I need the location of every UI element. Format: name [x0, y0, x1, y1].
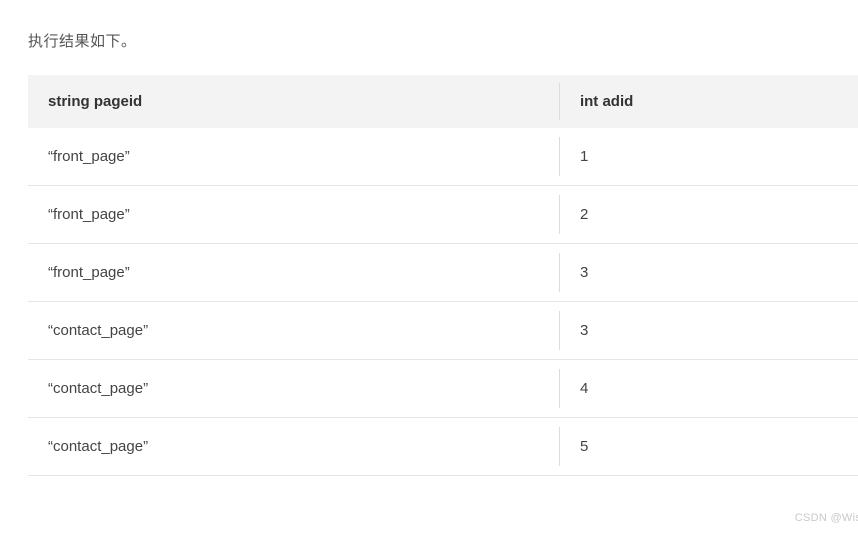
cell-adid: 5	[560, 418, 858, 476]
result-table: string pageid int adid “front_page” 1 “f…	[28, 75, 858, 476]
table-row: “front_page” 3	[28, 244, 858, 302]
cell-adid: 3	[560, 302, 858, 360]
table-row: “contact_page” 5	[28, 418, 858, 476]
cell-pageid: “front_page”	[28, 186, 560, 244]
table-header-row: string pageid int adid	[28, 75, 858, 128]
cell-pageid: “contact_page”	[28, 418, 560, 476]
table-row: “contact_page” 3	[28, 302, 858, 360]
cell-adid: 2	[560, 186, 858, 244]
cell-adid: 1	[560, 128, 858, 186]
cell-adid: 3	[560, 244, 858, 302]
cell-pageid: “contact_page”	[28, 302, 560, 360]
watermark-text: CSDN @Wis57	[795, 512, 858, 524]
table-row: “contact_page” 4	[28, 360, 858, 418]
cell-pageid: “front_page”	[28, 128, 560, 186]
header-adid: int adid	[560, 75, 858, 128]
cell-adid: 4	[560, 360, 858, 418]
cell-pageid: “front_page”	[28, 244, 560, 302]
table-row: “front_page” 2	[28, 186, 858, 244]
table-row: “front_page” 1	[28, 128, 858, 186]
header-pageid: string pageid	[28, 75, 560, 128]
intro-text: 执行结果如下。	[28, 30, 858, 51]
cell-pageid: “contact_page”	[28, 360, 560, 418]
